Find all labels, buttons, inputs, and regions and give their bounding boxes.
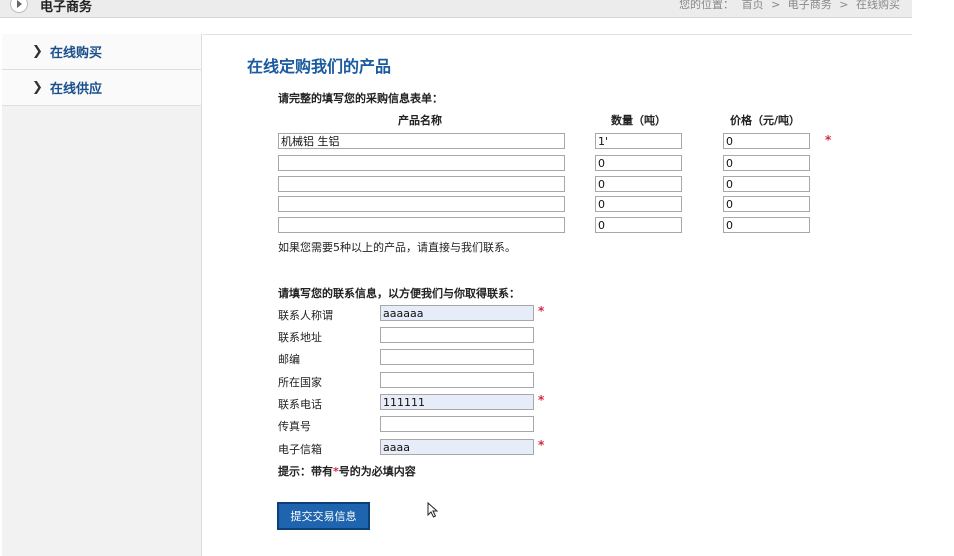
- hint-text-after: 号的为必填内容: [338, 465, 416, 478]
- postcode-label: 邮编: [278, 353, 300, 366]
- contact-name-input[interactable]: [380, 305, 534, 321]
- country-label: 所在国家: [278, 376, 322, 389]
- price-input[interactable]: [723, 196, 810, 212]
- breadcrumb-item-current: 在线购买: [856, 0, 900, 11]
- sidebar-item-online-purchase[interactable]: ❯ 在线购买: [2, 34, 201, 70]
- breadcrumb: 您的位置： 首页 > 电子商务 > 在线购买: [677, 0, 902, 12]
- chevron-right-icon: ❯: [32, 79, 43, 95]
- sidebar: ❯ 在线购买 ❯ 在线供应: [2, 34, 202, 556]
- contact-name-label: 联系人称谓: [278, 309, 333, 322]
- fax-input[interactable]: [380, 416, 534, 432]
- required-hint: 提示：带有*号的为必填内容: [278, 463, 416, 479]
- more-products-note: 如果您需要5种以上的产品，请直接与我们联系。: [278, 241, 516, 254]
- column-header-product-name: 产品名称: [398, 114, 442, 127]
- main-content: 在线定购我们的产品 请完整的填写您的采购信息表单： 产品名称 数量（吨） 价格（…: [203, 34, 912, 556]
- chevron-right-icon: ❯: [32, 43, 43, 59]
- contact-form-intro: 请填写您的联系信息，以方便我们与你取得联系：: [278, 287, 520, 300]
- column-header-price: 价格（元/吨）: [730, 114, 801, 127]
- quantity-input[interactable]: [595, 196, 682, 212]
- product-name-input[interactable]: [278, 176, 565, 192]
- mouse-pointer-icon: [427, 502, 439, 518]
- required-marker: *: [538, 438, 545, 452]
- required-marker: *: [825, 133, 832, 147]
- quantity-input[interactable]: [595, 217, 682, 233]
- quantity-input[interactable]: [595, 133, 682, 149]
- phone-input[interactable]: [380, 394, 534, 410]
- submit-order-button[interactable]: 提交交易信息: [277, 502, 370, 530]
- phone-label: 联系电话: [278, 398, 322, 411]
- product-name-input[interactable]: [278, 217, 565, 233]
- column-header-quantity: 数量（吨）: [611, 114, 666, 127]
- price-input[interactable]: [723, 133, 810, 149]
- price-input[interactable]: [723, 176, 810, 192]
- contact-address-label: 联系地址: [278, 331, 322, 344]
- breadcrumb-item-ecommerce[interactable]: 电子商务: [788, 0, 832, 11]
- top-bar: 电子商务 您的位置： 首页 > 电子商务 > 在线购买: [0, 0, 912, 18]
- price-input[interactable]: [723, 217, 810, 233]
- hint-text-before: 提示：带有: [278, 465, 333, 478]
- contact-address-input[interactable]: [380, 327, 534, 343]
- product-name-input[interactable]: [278, 196, 565, 212]
- price-input[interactable]: [723, 155, 810, 171]
- breadcrumb-separator: >: [839, 0, 849, 11]
- breadcrumb-prefix: 您的位置：: [679, 0, 735, 11]
- page-title: 在线定购我们的产品: [247, 57, 392, 76]
- sidebar-item-label: 在线购买: [50, 46, 103, 61]
- required-marker: *: [538, 393, 545, 407]
- postcode-input[interactable]: [380, 349, 534, 365]
- required-marker: *: [538, 304, 545, 318]
- breadcrumb-item-home[interactable]: 首页: [742, 0, 764, 11]
- play-circle-icon[interactable]: [10, 0, 28, 13]
- email-input[interactable]: [380, 439, 534, 455]
- order-form-intro: 请完整的填写您的采购信息表单：: [278, 92, 443, 105]
- product-name-input[interactable]: [278, 155, 565, 171]
- quantity-input[interactable]: [595, 155, 682, 171]
- quantity-input[interactable]: [595, 176, 682, 192]
- email-label: 电子信箱: [278, 443, 322, 456]
- section-title: 电子商务: [40, 0, 93, 15]
- country-input[interactable]: [380, 372, 534, 388]
- fax-label: 传真号: [278, 420, 311, 433]
- sidebar-item-online-supply[interactable]: ❯ 在线供应: [2, 70, 201, 106]
- product-name-input[interactable]: [278, 133, 565, 149]
- breadcrumb-separator: >: [771, 0, 781, 11]
- sidebar-item-label: 在线供应: [50, 82, 103, 97]
